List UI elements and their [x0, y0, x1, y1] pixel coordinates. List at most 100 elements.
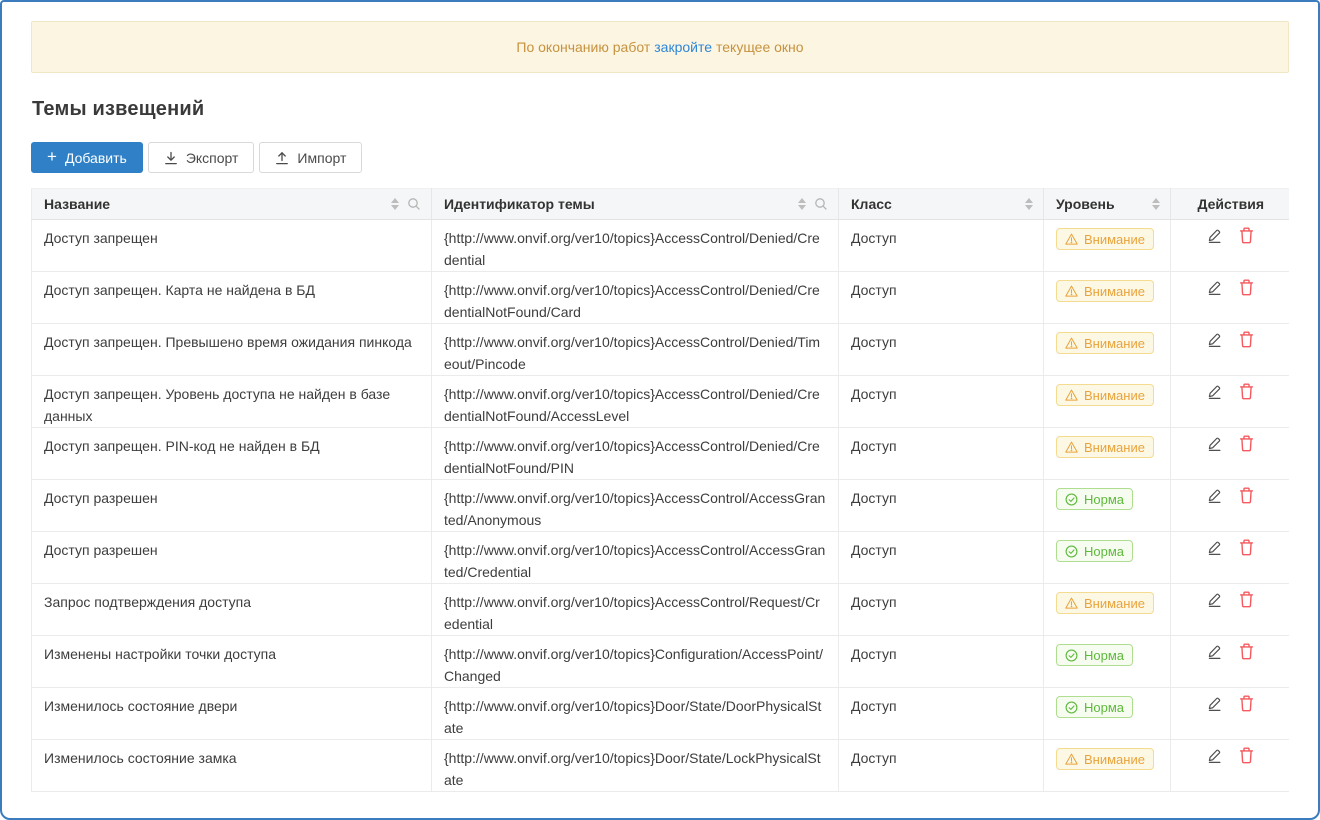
edit-button[interactable] — [1206, 383, 1223, 400]
warning-triangle-icon — [1065, 337, 1078, 349]
table-row: Изменены настройки точки доступа{http://… — [32, 636, 1289, 688]
table-header-row: Название Идентификатор темы — [32, 189, 1289, 220]
edit-pencil-icon — [1206, 643, 1223, 660]
actions-cell — [1171, 428, 1289, 480]
level-badge: Внимание — [1056, 748, 1154, 770]
delete-button[interactable] — [1239, 227, 1254, 244]
level-badge: Норма — [1056, 488, 1133, 510]
level-badge-label: Внимание — [1084, 440, 1145, 455]
name-cell: Доступ запрещен. Уровень доступа не найд… — [32, 376, 432, 428]
warning-triangle-icon — [1065, 389, 1078, 401]
alert-text-before: По окончанию работ — [516, 39, 650, 55]
topic-cell: {http://www.onvif.org/ver10/topics}Door/… — [432, 688, 839, 740]
level-cell: Норма — [1044, 532, 1171, 584]
column-label: Идентификатор темы — [444, 196, 595, 212]
edit-button[interactable] — [1206, 591, 1223, 608]
column-header-topic[interactable]: Идентификатор темы — [432, 189, 839, 220]
level-cell: Внимание — [1044, 324, 1171, 376]
edit-pencil-icon — [1206, 279, 1223, 296]
edit-button[interactable] — [1206, 227, 1223, 244]
sort-icon[interactable] — [798, 198, 806, 210]
name-cell: Запрос подтверждения доступа — [32, 584, 432, 636]
column-header-name[interactable]: Название — [32, 189, 432, 220]
sort-icon[interactable] — [1025, 198, 1033, 210]
sort-icon[interactable] — [1152, 198, 1160, 210]
topic-cell: {http://www.onvif.org/ver10/topics}Acces… — [432, 220, 839, 272]
level-cell: Норма — [1044, 480, 1171, 532]
column-label: Уровень — [1056, 196, 1115, 212]
level-cell: Норма — [1044, 688, 1171, 740]
check-circle-icon — [1065, 493, 1078, 506]
edit-button[interactable] — [1206, 643, 1223, 660]
table-row: Доступ разрешен{http://www.onvif.org/ver… — [32, 480, 1289, 532]
export-button-label: Экспорт — [186, 150, 239, 166]
edit-button[interactable] — [1206, 747, 1223, 764]
edit-button[interactable] — [1206, 331, 1223, 348]
page-content: По окончанию работ закройте текущее окно… — [2, 2, 1318, 792]
page-title: Темы извещений — [32, 97, 1289, 121]
warning-triangle-icon — [1065, 285, 1078, 297]
edit-pencil-icon — [1206, 695, 1223, 712]
delete-button[interactable] — [1239, 487, 1254, 504]
edit-button[interactable] — [1206, 435, 1223, 452]
trash-icon — [1239, 487, 1254, 504]
name-cell: Доступ запрещен. Превышено время ожидани… — [32, 324, 432, 376]
import-button[interactable]: Импорт — [259, 142, 362, 173]
trash-icon — [1239, 591, 1254, 608]
level-badge-label: Внимание — [1084, 336, 1145, 351]
edit-button[interactable] — [1206, 279, 1223, 296]
name-cell: Доступ запрещен — [32, 220, 432, 272]
table-body: Доступ запрещен{http://www.onvif.org/ver… — [32, 220, 1289, 792]
delete-button[interactable] — [1239, 383, 1254, 400]
edit-button[interactable] — [1206, 539, 1223, 556]
window-frame: По окончанию работ закройте текущее окно… — [0, 0, 1320, 820]
warning-triangle-icon — [1065, 441, 1078, 453]
class-cell: Доступ — [839, 480, 1044, 532]
level-badge-label: Внимание — [1084, 596, 1145, 611]
table-row: Доступ запрещен. Карта не найдена в БД{h… — [32, 272, 1289, 324]
warning-triangle-icon — [1065, 597, 1078, 609]
sort-icon[interactable] — [391, 198, 399, 210]
edit-pencil-icon — [1206, 383, 1223, 400]
level-badge: Норма — [1056, 644, 1133, 666]
actions-cell — [1171, 532, 1289, 584]
delete-button[interactable] — [1239, 643, 1254, 660]
level-badge: Внимание — [1056, 228, 1154, 250]
export-button[interactable]: Экспорт — [148, 142, 255, 173]
class-cell: Доступ — [839, 532, 1044, 584]
trash-icon — [1239, 695, 1254, 712]
delete-button[interactable] — [1239, 331, 1254, 348]
edit-button[interactable] — [1206, 487, 1223, 504]
trash-icon — [1239, 539, 1254, 556]
search-icon[interactable] — [814, 197, 828, 211]
table-row: Запрос подтверждения доступа{http://www.… — [32, 584, 1289, 636]
column-header-class[interactable]: Класс — [839, 189, 1044, 220]
edit-button[interactable] — [1206, 695, 1223, 712]
delete-button[interactable] — [1239, 695, 1254, 712]
delete-button[interactable] — [1239, 747, 1254, 764]
import-button-label: Импорт — [297, 150, 346, 166]
topic-cell: {http://www.onvif.org/ver10/topics}Acces… — [432, 480, 839, 532]
level-cell: Внимание — [1044, 272, 1171, 324]
alert-close-link[interactable]: закройте — [654, 39, 712, 55]
column-header-level[interactable]: Уровень — [1044, 189, 1171, 220]
table-row: Доступ запрещен. PIN-код не найден в БД{… — [32, 428, 1289, 480]
class-cell: Доступ — [839, 584, 1044, 636]
level-cell: Внимание — [1044, 428, 1171, 480]
class-cell: Доступ — [839, 376, 1044, 428]
name-cell: Доступ запрещен. PIN-код не найден в БД — [32, 428, 432, 480]
topic-cell: {http://www.onvif.org/ver10/topics}Acces… — [432, 324, 839, 376]
actions-cell — [1171, 740, 1289, 792]
topics-table: Название Идентификатор темы — [31, 188, 1289, 792]
delete-button[interactable] — [1239, 591, 1254, 608]
delete-button[interactable] — [1239, 435, 1254, 452]
edit-pencil-icon — [1206, 487, 1223, 504]
delete-button[interactable] — [1239, 279, 1254, 296]
class-cell: Доступ — [839, 740, 1044, 792]
delete-button[interactable] — [1239, 539, 1254, 556]
topic-cell: {http://www.onvif.org/ver10/topics}Door/… — [432, 740, 839, 792]
search-icon[interactable] — [407, 197, 421, 211]
add-button[interactable]: + Добавить — [31, 142, 143, 173]
level-badge-label: Внимание — [1084, 232, 1145, 247]
upload-icon — [275, 151, 289, 165]
